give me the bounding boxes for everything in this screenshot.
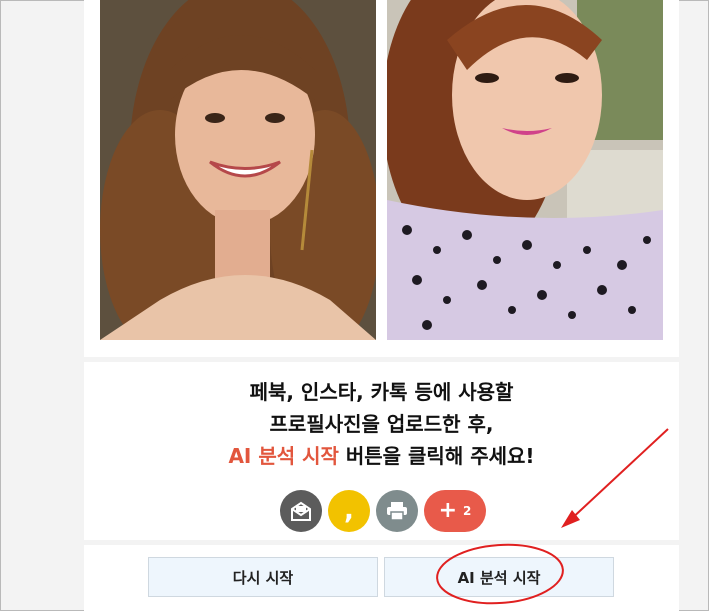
- profile-photo-left[interactable]: [100, 0, 376, 340]
- ai-analysis-start-button[interactable]: AI 분석 시작: [384, 557, 614, 597]
- share-kakaotalk-button[interactable]: ,: [328, 490, 370, 532]
- plus-icon: +: [438, 498, 458, 523]
- share-mail-button[interactable]: [280, 490, 322, 532]
- share-print-button[interactable]: [376, 490, 418, 532]
- action-button-card: 다시 시작 AI 분석 시작: [84, 545, 679, 611]
- share-more-button[interactable]: + 2: [424, 490, 486, 532]
- print-icon: [387, 502, 407, 521]
- mail-icon: [291, 501, 311, 521]
- share-more-count: 2: [463, 504, 472, 518]
- instruction-line-2: 프로필사진을 업로드한 후,: [269, 412, 494, 436]
- instruction-text: 페북, 인스타, 카톡 등에 사용할 프로필사진을 업로드한 후, AI 분석 …: [84, 376, 679, 472]
- restart-button[interactable]: 다시 시작: [148, 557, 378, 597]
- kakao-comma-icon: ,: [344, 496, 354, 526]
- share-buttons: , + 2: [280, 490, 486, 532]
- instruction-highlight: AI 분석 시작: [228, 444, 339, 468]
- instruction-line-3: AI 분석 시작 버튼을 클릭해 주세요!: [84, 440, 679, 472]
- profile-photo-right[interactable]: [387, 0, 663, 340]
- instruction-card: 페북, 인스타, 카톡 등에 사용할 프로필사진을 업로드한 후, AI 분석 …: [84, 362, 679, 540]
- instruction-rest: 버튼을 클릭해 주세요!: [338, 444, 535, 468]
- instruction-line-1: 페북, 인스타, 카톡 등에 사용할: [249, 380, 514, 404]
